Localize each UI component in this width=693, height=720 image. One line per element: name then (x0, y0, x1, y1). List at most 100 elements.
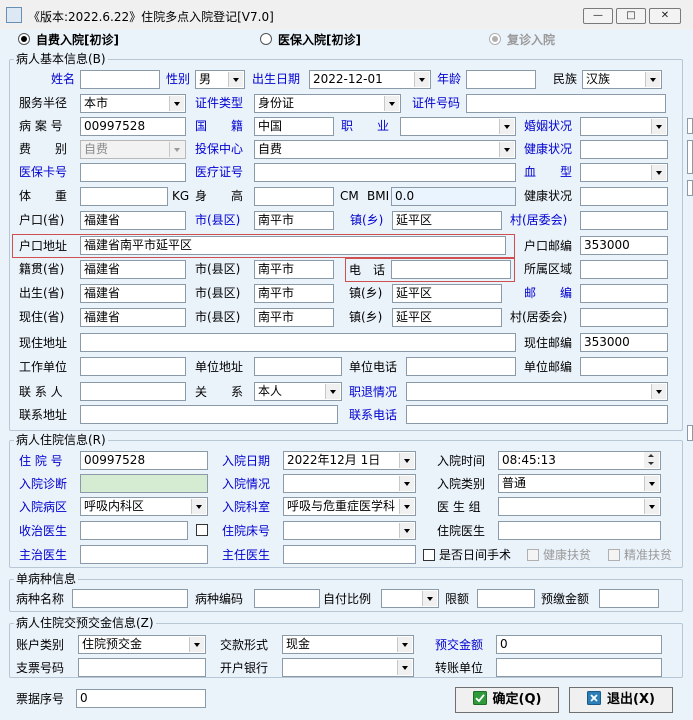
bmi-input[interactable]: 0.0 (391, 187, 516, 206)
birth-town-input[interactable]: 延平区 (392, 284, 502, 303)
confirm-button[interactable]: 确定(Q) (455, 687, 559, 713)
contact-address-input[interactable] (80, 405, 338, 424)
spin-down-icon[interactable] (644, 460, 659, 468)
admission-time-spinner[interactable]: 08:45:13 (498, 451, 661, 470)
insurance-center-select[interactable]: 自费 (254, 140, 516, 159)
current-village-input[interactable] (580, 308, 668, 327)
chevron-down-icon[interactable] (189, 637, 204, 652)
inpatient-number-input[interactable]: 00997528 (80, 451, 208, 470)
admitting-doctor-checkbox[interactable] (196, 524, 208, 536)
chevron-down-icon[interactable] (651, 165, 666, 180)
chief-doctor-input[interactable] (283, 545, 416, 564)
current-town-input[interactable]: 延平区 (392, 308, 502, 327)
admission-condition-select[interactable] (283, 474, 416, 493)
name-input[interactable] (80, 70, 160, 89)
chevron-down-icon[interactable] (397, 660, 412, 675)
self-pay-radio[interactable] (18, 33, 30, 45)
contact-input[interactable] (80, 382, 186, 401)
hukou-province-input[interactable]: 福建省 (80, 211, 186, 230)
chevron-down-icon[interactable] (499, 119, 514, 134)
chevron-down-icon[interactable] (397, 637, 412, 652)
blood-type-select[interactable] (580, 163, 668, 182)
chevron-down-icon[interactable] (384, 96, 399, 111)
chevron-down-icon[interactable] (499, 142, 514, 157)
radius-select[interactable]: 本市 (80, 94, 186, 113)
health-status-input[interactable] (580, 140, 668, 159)
chevron-down-icon[interactable] (399, 476, 414, 491)
insurance-radio[interactable] (260, 33, 272, 45)
transfer-unit-input[interactable] (496, 658, 662, 677)
chevron-down-icon[interactable] (169, 96, 184, 111)
close-button[interactable]: ✕ (649, 8, 681, 24)
work-zip-input[interactable] (580, 357, 668, 376)
phone-input[interactable] (391, 260, 511, 279)
chevron-down-icon[interactable] (651, 119, 666, 134)
self-pay-label[interactable]: 自费入院[初诊] (36, 31, 119, 48)
contact-phone-input[interactable] (406, 405, 668, 424)
ethnic-select[interactable]: 汉族 (582, 70, 662, 89)
disease-name-input[interactable] (72, 589, 188, 608)
work-address-input[interactable] (254, 357, 342, 376)
id-number-input[interactable] (466, 94, 666, 113)
health-status2-input[interactable] (580, 187, 668, 206)
admission-category-select[interactable]: 普通 (498, 474, 661, 493)
admitting-doctor-input[interactable] (80, 521, 188, 540)
check-number-input[interactable] (78, 658, 206, 677)
hukou-village-input[interactable] (580, 211, 668, 230)
spin-up-icon[interactable] (644, 452, 659, 460)
zip-input[interactable] (580, 284, 668, 303)
retire-status-select[interactable] (406, 382, 668, 401)
hukou-city-input[interactable]: 南平市 (254, 211, 334, 230)
exit-button[interactable]: 退出(X) (569, 687, 673, 713)
account-type-select[interactable]: 住院预交金 (78, 635, 206, 654)
insurance-label[interactable]: 医保入院[初诊] (278, 31, 361, 48)
weight-input[interactable] (80, 187, 168, 206)
chevron-down-icon[interactable] (644, 499, 659, 514)
inpatient-doctor-input[interactable] (498, 521, 661, 540)
age-input[interactable] (466, 70, 536, 89)
hukou-zip-input[interactable]: 353000 (580, 236, 668, 255)
sex-select[interactable]: 男 (195, 70, 245, 89)
chevron-down-icon[interactable] (191, 499, 206, 514)
work-phone-input[interactable] (406, 357, 516, 376)
receipt-number-input[interactable]: 0 (76, 689, 206, 708)
chevron-down-icon[interactable] (651, 384, 666, 399)
chevron-down-icon[interactable] (325, 384, 340, 399)
chevron-down-icon[interactable] (414, 72, 429, 87)
current-province-input[interactable]: 福建省 (80, 308, 186, 327)
self-pay-ratio-select[interactable] (381, 589, 439, 608)
nationality-input[interactable]: 中国 (254, 117, 334, 136)
occupation-select[interactable] (400, 117, 516, 136)
prepay-amount-input[interactable] (599, 589, 659, 608)
admission-ward-select[interactable]: 呼吸内科区 (80, 497, 208, 516)
id-type-select[interactable]: 身份证 (254, 94, 401, 113)
hukou-town-input[interactable]: 延平区 (392, 211, 502, 230)
insurance-card-input[interactable] (80, 163, 186, 182)
chevron-down-icon[interactable] (645, 72, 660, 87)
maximize-button[interactable]: □ (616, 8, 646, 24)
doctor-team-select[interactable] (498, 497, 661, 516)
hukou-address-input[interactable]: 福建省南平市延平区 (80, 236, 506, 255)
work-unit-input[interactable] (80, 357, 186, 376)
native-province-input[interactable]: 福建省 (80, 260, 186, 279)
chevron-down-icon[interactable] (399, 453, 414, 468)
admission-date-picker[interactable]: 2022年12月 1日 (283, 451, 416, 470)
minimize-button[interactable]: — (583, 8, 613, 24)
chevron-down-icon[interactable] (399, 523, 414, 538)
limit-input[interactable] (477, 589, 535, 608)
native-city-input[interactable]: 南平市 (254, 260, 334, 279)
current-address-input[interactable] (80, 333, 516, 352)
chevron-down-icon[interactable] (228, 72, 243, 87)
admission-dept-select[interactable]: 呼吸与危重症医学科 (283, 497, 416, 516)
medical-cert-input[interactable] (254, 163, 516, 182)
day-surgery-checkbox[interactable] (423, 549, 435, 561)
chevron-down-icon[interactable] (422, 591, 437, 606)
chevron-down-icon[interactable] (399, 499, 414, 514)
case-number-input[interactable]: 00997528 (80, 117, 186, 136)
marital-select[interactable] (580, 117, 668, 136)
bank-select[interactable] (282, 658, 414, 677)
birth-date-picker[interactable]: 2022-12-01 (309, 70, 431, 89)
disease-code-input[interactable] (254, 589, 320, 608)
birth-city-input[interactable]: 南平市 (254, 284, 334, 303)
birth-province-input[interactable]: 福建省 (80, 284, 186, 303)
